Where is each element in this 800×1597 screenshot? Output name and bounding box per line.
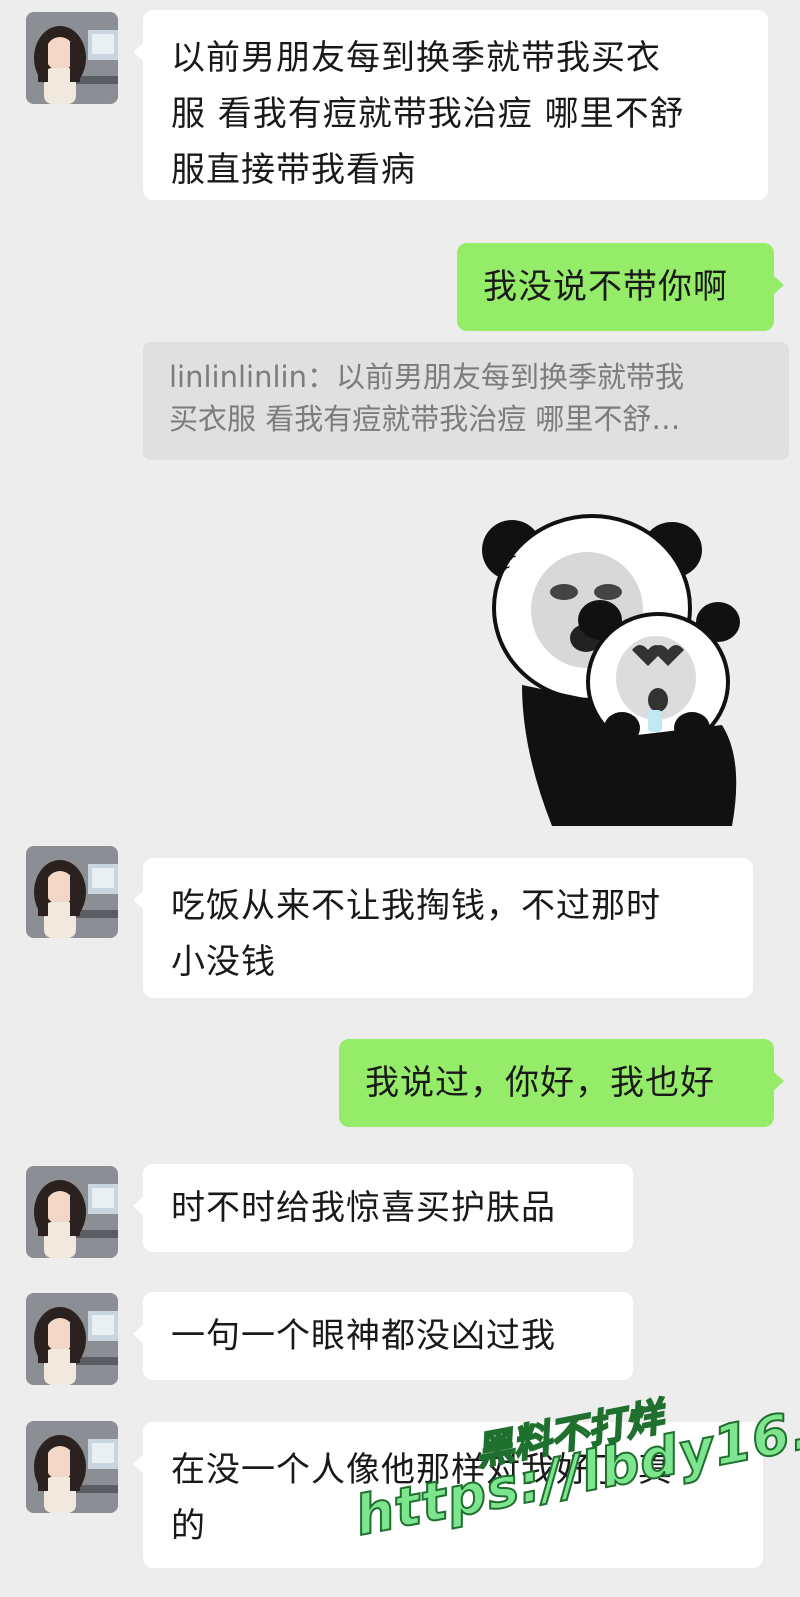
message-bubble-incoming[interactable]: 时不时给我惊喜买护肤品 — [133, 1164, 633, 1252]
message-bubble-incoming[interactable]: 以前男朋友每到换季就带我买衣 服 看我有痘就带我治痘 哪里不舒 服直接带我看病 — [133, 10, 768, 200]
message-line: 时不时给我惊喜买护肤品 — [171, 1188, 556, 1228]
girl-avatar-icon — [26, 1166, 118, 1258]
contact-avatar[interactable] — [26, 1421, 118, 1513]
message-line: 的 — [171, 1506, 206, 1546]
message-line: 在没一个人像他那样对我好了 真 — [171, 1450, 673, 1490]
message-line: 以前男朋友每到换季就带我买衣 — [171, 38, 661, 78]
quote-line: linlinlinlin：以前男朋友每到换季就带我 — [169, 360, 684, 394]
message-line: 小没钱 — [171, 942, 276, 982]
girl-avatar-icon — [26, 1421, 118, 1513]
message-line: 一句一个眼神都没凶过我 — [171, 1316, 556, 1356]
message-bubble-outgoing[interactable]: 我说过，你好，我也好 — [339, 1039, 784, 1127]
message-line: 我没说不带你啊 — [483, 267, 728, 307]
girl-avatar-icon — [26, 12, 118, 104]
girl-avatar-icon — [26, 846, 118, 938]
contact-avatar[interactable] — [26, 1293, 118, 1385]
message-line: 我说过，你好，我也好 — [365, 1063, 715, 1103]
panda-meme-icon: QQN — [482, 514, 740, 826]
message-bubble-incoming[interactable]: 吃饭从来不让我掏钱，不过那时 小没钱 — [133, 858, 753, 998]
contact-avatar[interactable] — [26, 1166, 118, 1258]
quoted-message[interactable]: linlinlinlin：以前男朋友每到换季就带我 买衣服 看我有痘就带我治痘 … — [143, 342, 789, 460]
contact-avatar[interactable] — [26, 12, 118, 104]
message-bubble-outgoing[interactable]: 我没说不带你啊 — [457, 243, 784, 331]
panda-sticker[interactable]: QQN — [482, 510, 752, 826]
message-bubble-incoming[interactable]: 一句一个眼神都没凶过我 — [133, 1292, 633, 1380]
contact-avatar[interactable] — [26, 846, 118, 938]
message-bubble-incoming[interactable]: 在没一个人像他那样对我好了 真 的 — [133, 1422, 763, 1568]
quote-line: 买衣服 看我有痘就带我治痘 哪里不舒… — [169, 402, 681, 436]
message-line: 服直接带我看病 — [171, 150, 416, 190]
message-line: 服 看我有痘就带我治痘 哪里不舒 — [171, 94, 685, 134]
message-line: 吃饭从来不让我掏钱，不过那时 — [171, 886, 661, 926]
girl-avatar-icon — [26, 1293, 118, 1385]
